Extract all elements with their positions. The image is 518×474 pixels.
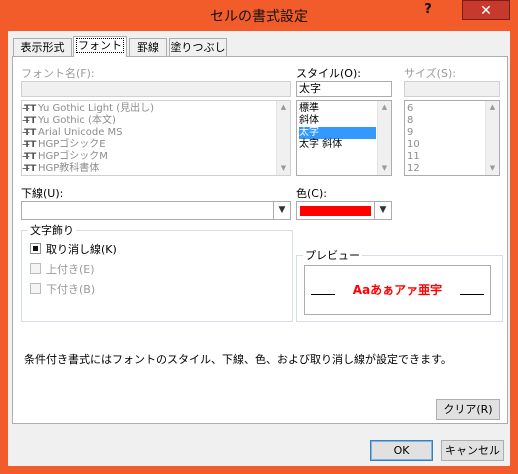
tab-border[interactable]: 罫線 [129, 38, 167, 56]
size-list-item[interactable]: 10 [407, 139, 484, 151]
subscript-checkbox[interactable] [30, 283, 41, 294]
style-list-item[interactable]: 標準 [299, 103, 376, 115]
tab-font-label: フォント [76, 38, 124, 53]
size-label: サイズ(S): [404, 67, 456, 80]
strikethrough-label: 取り消し線(K) [46, 243, 117, 256]
size-list-item[interactable]: 9 [407, 127, 484, 139]
truetype-font-icon: T̶T [24, 104, 37, 114]
cancel-button[interactable]: キャンセル [441, 440, 504, 461]
size-list-item-label: 6 [407, 103, 414, 114]
font-list-item-label: Yu Gothic Light (見出し) [38, 103, 154, 114]
font-list-item[interactable]: T̶T HGP教科書体 [24, 163, 274, 175]
scroll-down-icon[interactable]: ▼ [486, 162, 499, 175]
font-list-item-label: Yu Gothic (本文) [38, 115, 116, 126]
size-list[interactable]: 6 8 9 10 11 12 ▲ ▼ [404, 100, 500, 176]
style-list-item-label: 標準 [299, 103, 319, 114]
preview-box: Aaあぁアァ亜宇 [304, 265, 491, 315]
font-list-item[interactable]: T̶T Yu Gothic (本文) [24, 115, 274, 127]
style-input[interactable]: 太字 [296, 81, 392, 97]
tab-font[interactable]: フォント [73, 36, 127, 57]
style-list-item-label: 太字 [299, 127, 319, 138]
style-list-item[interactable]: 斜体 [299, 115, 376, 127]
color-swatch [300, 206, 371, 216]
size-input[interactable] [404, 81, 500, 97]
chevron-down-icon[interactable]: ▼ [374, 202, 391, 219]
style-label: スタイル(O): [296, 67, 361, 80]
size-list-item-label: 11 [407, 151, 420, 162]
scroll-up-icon[interactable]: ▲ [486, 101, 499, 114]
size-list-item[interactable]: 8 [407, 115, 484, 127]
font-name-label: フォント名(F): [21, 67, 95, 80]
preview-sample-text: Aaあぁアァ亜宇 [352, 283, 443, 297]
size-list-item-label: 10 [407, 139, 420, 150]
size-list-item[interactable]: 11 [407, 151, 484, 163]
scroll-down-icon[interactable]: ▼ [378, 162, 391, 175]
style-list[interactable]: 標準 斜体 太字 太字 斜体 ▲ ▼ [296, 100, 392, 176]
chevron-down-icon[interactable]: ▼ [273, 202, 290, 219]
underline-label: 下線(U): [21, 187, 64, 200]
font-list-item-label: HGPゴシックM [38, 151, 108, 162]
superscript-label: 上付き(E) [46, 263, 95, 276]
font-list-item-label: Arial Unicode MS [38, 127, 123, 138]
superscript-checkbox[interactable] [30, 263, 41, 274]
size-list-item-label: 12 [407, 163, 420, 174]
font-list-item-label: HGP教科書体 [38, 163, 100, 174]
scroll-up-icon[interactable]: ▲ [378, 101, 391, 114]
font-list-item-label: HGPゴシックE [38, 139, 106, 150]
info-text: 条件付き書式にはフォントのスタイル、下線、色、および取り消し線が設定できます。 [24, 353, 452, 366]
help-button[interactable]: ? [413, 0, 443, 20]
truetype-font-icon: T̶T [24, 152, 37, 162]
truetype-font-icon: T̶T [24, 128, 37, 138]
size-list-item[interactable]: 12 [407, 163, 484, 175]
font-name-list[interactable]: T̶T Yu Gothic Light (見出し) T̶T Yu Gothic (本文… [21, 100, 291, 176]
font-list-item[interactable]: T̶T HGPゴシックM [24, 151, 274, 163]
underline-combo[interactable]: ▼ [21, 201, 291, 220]
title-bar: セルの書式設定 ? ✕ [0, 0, 518, 32]
ok-button[interactable]: OK [370, 440, 433, 461]
style-list-scrollbar[interactable]: ▲ ▼ [377, 101, 391, 175]
font-list-item[interactable]: T̶T Yu Gothic Light (見出し) [24, 103, 274, 115]
font-list-item[interactable]: T̶T Arial Unicode MS [24, 127, 274, 139]
strikethrough-checkbox[interactable] [30, 243, 41, 254]
truetype-font-icon: T̶T [24, 116, 37, 126]
font-tab-panel: フォント名(F): T̶T Yu Gothic Light (見出し) T̶T Yu … [12, 56, 508, 424]
font-list-item[interactable]: T̶T HGPゴシックE [24, 139, 274, 151]
size-list-item[interactable]: 6 [407, 103, 484, 115]
scroll-up-icon[interactable]: ▲ [277, 101, 290, 114]
font-list-scrollbar[interactable]: ▲ ▼ [276, 101, 290, 175]
clear-button[interactable]: クリア(R) [436, 399, 500, 420]
truetype-font-icon: T̶T [24, 140, 37, 150]
preview-legend: プレビュー [305, 249, 360, 262]
effects-legend: 文字飾り [30, 224, 74, 237]
dialog-client-area: 表示形式 フォント 罫線 塗りつぶし フォント名(F): T̶T Yu Gothi… [8, 31, 510, 466]
style-list-item[interactable]: 太字 [299, 127, 376, 139]
font-name-input[interactable] [21, 81, 291, 97]
scroll-down-icon[interactable]: ▼ [277, 162, 290, 175]
size-list-item-label: 9 [407, 127, 414, 138]
dialog-window: セルの書式設定 ? ✕ 表示形式 フォント 罫線 塗りつぶし フォント名(F):… [0, 0, 518, 474]
tab-number-format[interactable]: 表示形式 [13, 38, 72, 56]
close-icon: ✕ [480, 3, 492, 19]
style-list-item-label: 太字 斜体 [299, 139, 343, 150]
tab-fill[interactable]: 塗りつぶし [169, 38, 227, 56]
size-list-item-label: 8 [407, 115, 414, 126]
indeterminate-icon [33, 246, 38, 251]
color-combo[interactable]: ▼ [296, 201, 392, 220]
close-button[interactable]: ✕ [462, 0, 510, 20]
style-list-item-label: 斜体 [299, 115, 319, 126]
style-list-item[interactable]: 太字 斜体 [299, 139, 376, 151]
truetype-font-icon: T̶T [24, 164, 37, 174]
size-list-scrollbar[interactable]: ▲ ▼ [485, 101, 499, 175]
subscript-label: 下付き(B) [46, 283, 96, 296]
color-label: 色(C): [296, 187, 327, 200]
